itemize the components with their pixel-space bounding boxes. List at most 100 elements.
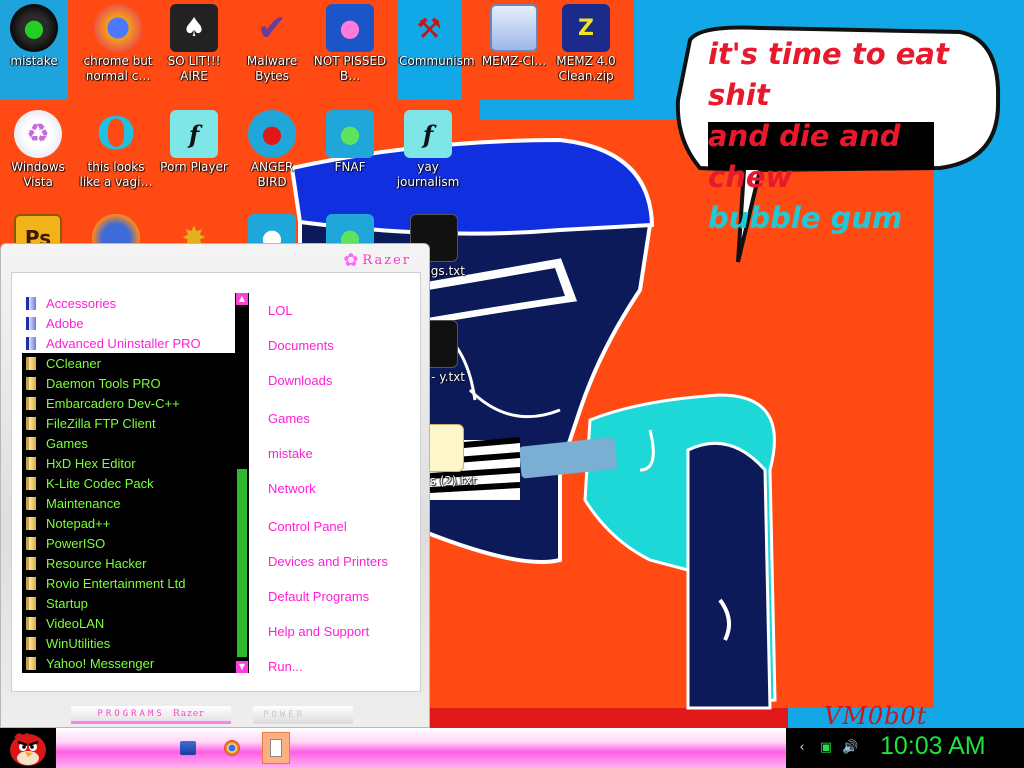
- desktop-icon-communism[interactable]: ⚒ Communism: [398, 0, 475, 100]
- desktop-icon-porn-player[interactable]: f Porn Player: [156, 106, 232, 198]
- program-item-dev-cpp[interactable]: Embarcadero Dev-C++: [22, 393, 235, 413]
- taskbar-clock[interactable]: 10:03 AM: [880, 732, 986, 761]
- show-hidden-icons-chevron-icon[interactable]: ‹: [794, 740, 810, 756]
- program-label: PowerISO: [46, 535, 106, 551]
- program-label: CCleaner: [46, 355, 101, 371]
- flash-icon: f: [170, 110, 218, 158]
- desktop-icon-chrome[interactable]: chrome but normal c…: [80, 0, 156, 92]
- scroll-down-arrow-icon[interactable]: ▼: [236, 661, 248, 673]
- desktop-icon-not-pissed[interactable]: ● NOT PISSED B…: [312, 0, 388, 92]
- desktop-icon-yay-journalism[interactable]: f yay journalism: [390, 106, 466, 198]
- place-games[interactable]: Games: [268, 411, 310, 426]
- desktop-icon-label: SO LIT!!! AIRE: [167, 54, 221, 83]
- taskbar-pinned-notepad[interactable]: [262, 732, 290, 764]
- desktop-icon-memz-cl[interactable]: MEMZ-Cl…: [476, 0, 552, 92]
- program-item-poweriso[interactable]: PowerISO: [22, 533, 235, 553]
- place-run[interactable]: Run...: [268, 659, 303, 674]
- place-documents[interactable]: Documents: [268, 338, 334, 353]
- folder-icon: [26, 556, 36, 570]
- place-lol[interactable]: LOL: [268, 303, 293, 318]
- angry-bird-orb-icon[interactable]: [4, 728, 52, 768]
- program-item-maintenance[interactable]: Maintenance: [22, 493, 235, 513]
- desktop-icon-fnaf[interactable]: ● FNAF: [312, 106, 388, 198]
- hammer-sickle-icon: ⚒: [416, 11, 442, 45]
- place-mistake[interactable]: mistake: [268, 446, 313, 461]
- folder-icon: [26, 536, 36, 550]
- program-label: Maintenance: [46, 495, 121, 511]
- program-item-k-lite[interactable]: K-Lite Codec Pack: [22, 473, 235, 493]
- folder-icon: [26, 436, 36, 450]
- taskbar-pinned-explorer[interactable]: [174, 732, 202, 764]
- taskbar-band: [56, 728, 786, 768]
- program-item-rovio[interactable]: Rovio Entertainment Ltd: [22, 573, 235, 593]
- scrollbar-thumb[interactable]: [236, 468, 248, 658]
- razer-snake-icon: ✿: [343, 250, 359, 271]
- taskbar-pinned-chrome[interactable]: [218, 732, 246, 764]
- zip-archive-icon: Z: [562, 4, 610, 52]
- folder-icon: [26, 656, 36, 670]
- program-item-notepad-pp[interactable]: Notepad++: [22, 513, 235, 533]
- opera-icon: O: [96, 110, 136, 158]
- scroll-up-arrow-icon[interactable]: ▲: [236, 293, 248, 305]
- place-devices-printers[interactable]: Devices and Printers: [268, 554, 388, 569]
- desktop-icon-so-lit[interactable]: ♠ SO LIT!!! AIRE: [156, 0, 232, 92]
- folder-icon: [26, 396, 36, 410]
- system-tray: ‹ ▣ 🔊 10:03 AM: [788, 728, 1024, 768]
- program-item-advanced-uninstaller[interactable]: Advanced Uninstaller PRO: [22, 333, 235, 353]
- program-item-startup[interactable]: Startup: [22, 593, 235, 613]
- folder-icon: [26, 296, 36, 310]
- folder-icon: [26, 616, 36, 630]
- start-menu: ✿ Razer Accessories Adobe Advanced Unins…: [0, 243, 430, 728]
- program-label: Embarcadero Dev-C++: [46, 395, 180, 411]
- angry-bird-icon: ●: [248, 110, 296, 158]
- folder-icon: [26, 456, 36, 470]
- start-menu-header: ✿ Razer: [11, 248, 421, 272]
- folder-icon: [26, 636, 36, 650]
- taskbar: ‹ ▣ 🔊 10:03 AM: [0, 728, 1024, 768]
- power-button[interactable]: POWER: [253, 706, 353, 724]
- program-item-yahoo-messenger[interactable]: Yahoo! Messenger: [22, 653, 235, 673]
- program-item-daemon-tools[interactable]: Daemon Tools PRO: [22, 373, 235, 393]
- place-default-programs[interactable]: Default Programs: [268, 589, 369, 604]
- place-downloads[interactable]: Downloads: [268, 373, 332, 388]
- desktop-icon-memz-zip[interactable]: Z MEMZ 4.0 Clean.zip: [548, 0, 624, 92]
- program-label: Advanced Uninstaller PRO: [46, 335, 201, 351]
- program-item-games[interactable]: Games: [22, 433, 235, 453]
- desktop-icon-malwarebytes[interactable]: ✔ Malware Bytes: [234, 0, 310, 92]
- desktop-icon-label: ANGER BIRD: [250, 160, 294, 189]
- place-control-panel[interactable]: Control Panel: [268, 519, 347, 534]
- program-item-accessories[interactable]: Accessories: [22, 293, 235, 313]
- programs-button[interactable]: PROGRAMS Razer: [71, 706, 231, 724]
- folder-icon: [26, 416, 36, 430]
- program-item-resource-hacker[interactable]: Resource Hacker: [22, 553, 235, 573]
- desktop-icon-opera[interactable]: O this looks like a vagi…: [78, 106, 154, 198]
- bird-icon: ●: [326, 110, 374, 158]
- angry-pig-icon: ●: [326, 4, 374, 52]
- place-help-support[interactable]: Help and Support: [268, 624, 369, 639]
- flash-icon: f: [404, 110, 452, 158]
- place-network[interactable]: Network: [268, 481, 316, 496]
- desktop-icon-label: FNAF: [334, 160, 366, 174]
- desktop-icon-windows-vista[interactable]: ♻ Windows Vista: [0, 106, 76, 198]
- programs-scrollbar[interactable]: ▲ ▼: [235, 293, 249, 673]
- network-icon[interactable]: ▣: [818, 740, 834, 756]
- program-item-hxd[interactable]: HxD Hex Editor: [22, 453, 235, 473]
- program-item-videolan[interactable]: VideoLAN: [22, 613, 235, 633]
- desktop-icon-mistake[interactable]: ● mistake: [0, 0, 68, 100]
- bubble-line-1: it's time to eat shit: [708, 37, 949, 112]
- folder-icon: [26, 496, 36, 510]
- program-label: Adobe: [46, 315, 84, 331]
- volume-icon[interactable]: 🔊: [842, 740, 858, 756]
- program-label: HxD Hex Editor: [46, 455, 136, 471]
- desktop-icon-anger-bird[interactable]: ● ANGER BIRD: [234, 106, 310, 198]
- windows-explorer-icon: [180, 741, 196, 755]
- programs-button-brand: Razer: [172, 708, 205, 719]
- program-item-adobe[interactable]: Adobe: [22, 313, 235, 333]
- program-item-ccleaner[interactable]: CCleaner: [22, 353, 235, 373]
- program-item-winutilities[interactable]: WinUtilities: [22, 633, 235, 653]
- program-item-filezilla[interactable]: FileZilla FTP Client: [22, 413, 235, 433]
- desktop-icon-label: yay journalism: [396, 160, 460, 189]
- bubble-line-3: bubble gum: [708, 201, 903, 235]
- all-programs-list: Accessories Adobe Advanced Uninstaller P…: [22, 293, 235, 673]
- start-menu-footer: PROGRAMS Razer POWER: [71, 706, 361, 726]
